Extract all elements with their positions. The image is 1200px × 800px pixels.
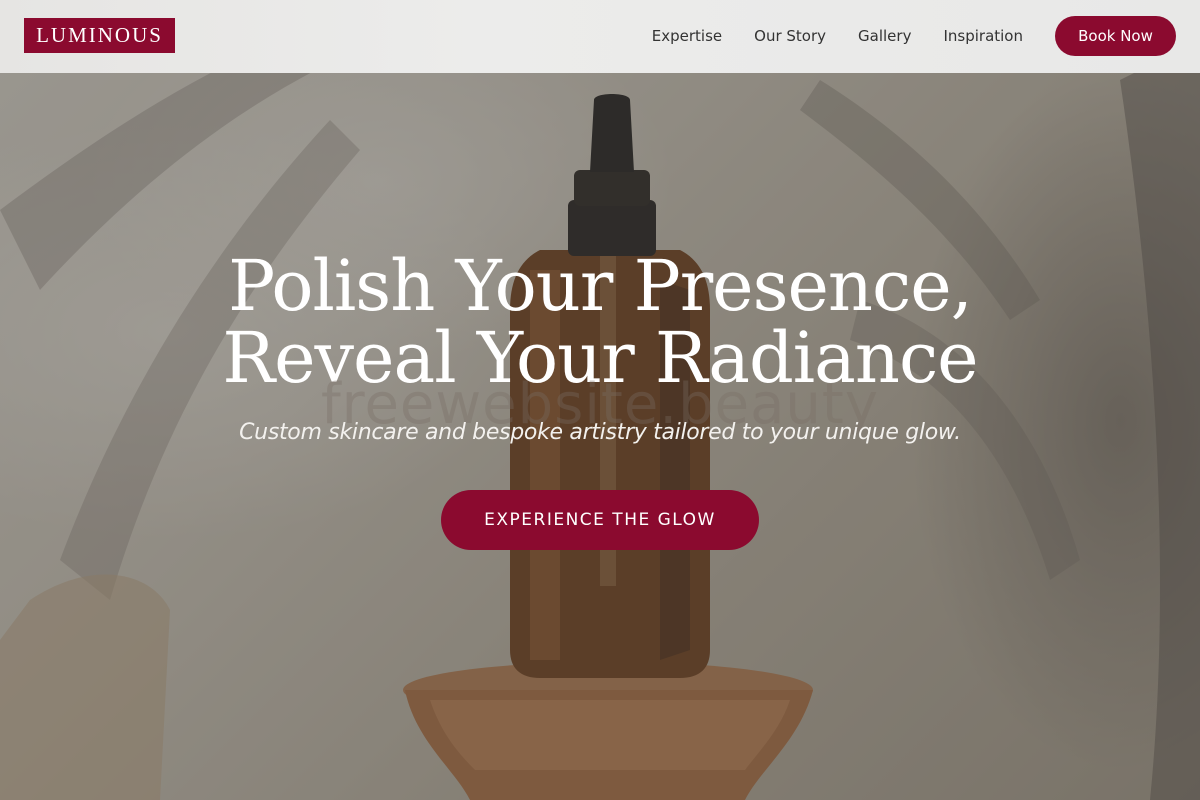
site-header: LUMINOUS Expertise Our Story Gallery Ins… bbox=[0, 0, 1200, 73]
main-nav: Expertise Our Story Gallery Inspiration … bbox=[652, 16, 1176, 56]
nav-link-expertise[interactable]: Expertise bbox=[652, 27, 722, 45]
experience-the-glow-button[interactable]: EXPERIENCE THE GLOW bbox=[441, 490, 759, 550]
hero-section: Polish Your Presence, Reveal Your Radian… bbox=[0, 0, 1200, 800]
hero-title-line-1: Polish Your Presence, bbox=[228, 245, 973, 327]
hero-subtitle: Custom skincare and bespoke artistry tai… bbox=[239, 420, 961, 445]
nav-link-our-story[interactable]: Our Story bbox=[754, 27, 826, 45]
brand-logo-text: LUMINOUS bbox=[36, 23, 163, 47]
nav-link-gallery[interactable]: Gallery bbox=[858, 27, 911, 45]
brand-logo[interactable]: LUMINOUS bbox=[24, 18, 175, 53]
book-now-button[interactable]: Book Now bbox=[1055, 16, 1176, 56]
nav-link-inspiration[interactable]: Inspiration bbox=[943, 27, 1023, 45]
